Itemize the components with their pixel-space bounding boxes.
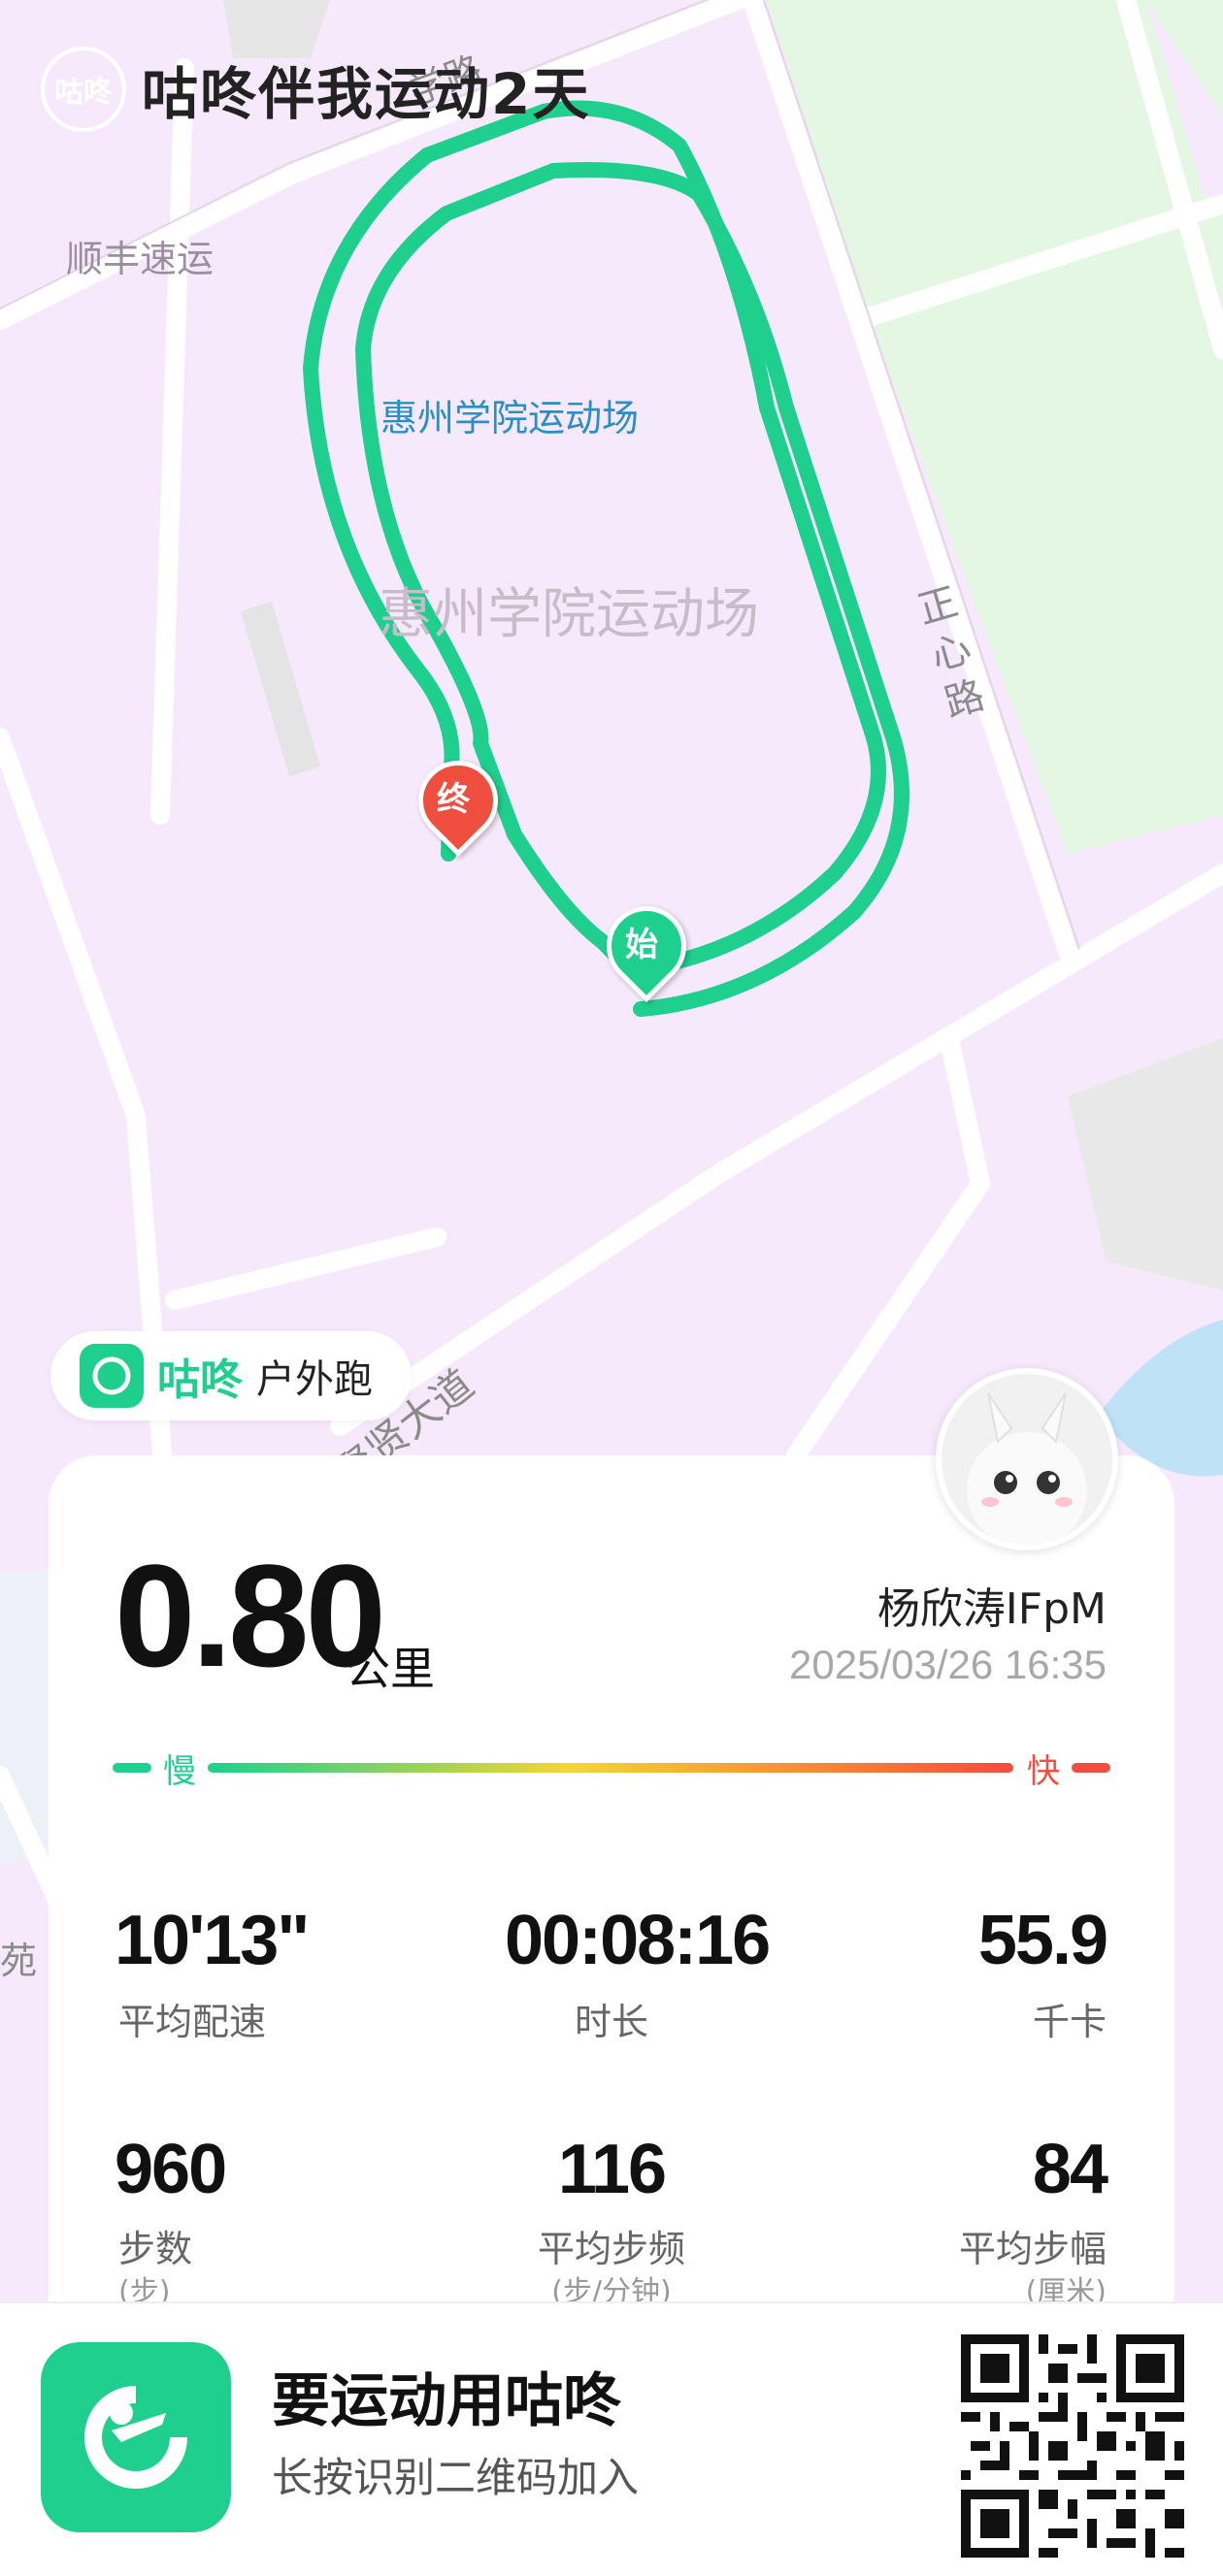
- badge-activity-type: 户外跑: [256, 1357, 373, 1402]
- stat-stride-value: 84: [1032, 2131, 1108, 2208]
- end-pin-label: 终: [437, 779, 470, 819]
- codoon-app-icon: [80, 1344, 144, 1408]
- badge-brand: 咕咚: [157, 1355, 243, 1405]
- codoon-logo-icon: 咕咚: [41, 47, 126, 132]
- app-watermark: 咕咚 咕咚伴我运动2天: [41, 47, 590, 132]
- route-track: [303, 100, 909, 1017]
- speed-slow-label: 慢: [163, 1752, 196, 1791]
- poi-stadium[interactable]: 惠州学院运动场: [380, 388, 639, 441]
- footer-subtitle: 长按识别二维码加入: [272, 2454, 640, 2501]
- stat-cadence-value: 116: [557, 2131, 667, 2208]
- stat-duration-value: 00:08:16: [505, 1902, 771, 1979]
- codoon-app-logo-icon[interactable]: [41, 2342, 231, 2532]
- watermark-title: 咕咚伴我运动2天: [142, 61, 591, 127]
- stat-steps-label: 步数: [118, 2228, 193, 2270]
- building-block: [1068, 1038, 1223, 1290]
- stat-pace-label: 平均配速: [118, 2001, 267, 2043]
- qr-code-icon[interactable]: [961, 2334, 1184, 2558]
- stat-steps-value: 960: [115, 2131, 227, 2208]
- stat-stride-label: 平均步幅: [958, 2228, 1107, 2270]
- stat-cadence-label: 平均步频: [537, 2228, 685, 2270]
- share-footer: 要运动用咕咚 长按识别二维码加入: [0, 2301, 1223, 2576]
- distance-unit: 公里: [346, 1643, 435, 1695]
- activity-type-badge: 咕咚 户外跑: [50, 1331, 412, 1420]
- start-pin-label: 始: [625, 925, 658, 964]
- start-pin[interactable]: 始: [590, 890, 703, 1013]
- area-stadium-label: 惠州学院运动场: [379, 583, 759, 646]
- stat-duration-label: 时长: [574, 2001, 648, 2043]
- speed-legend: 慢 快: [113, 1748, 1110, 1791]
- activity-datetime: 2025/03/26 16:35: [789, 1642, 1107, 1687]
- footer-title: 要运动用咕咚: [272, 2367, 621, 2435]
- distance-value: 0.80: [115, 1534, 386, 1697]
- stat-calories-label: 千卡: [1032, 2001, 1107, 2043]
- end-pin[interactable]: 终: [402, 744, 514, 867]
- mascot-icon: [967, 1392, 1087, 1545]
- poi-shunfeng[interactable]: 顺丰速运: [66, 229, 214, 282]
- road-label-yuan: 苑: [0, 1940, 38, 1982]
- building-block: [241, 602, 320, 776]
- stat-pace-value: 10'13": [115, 1902, 310, 1979]
- user-name: 杨欣涛IFpM: [876, 1584, 1107, 1634]
- stat-calories-value: 55.9: [977, 1902, 1108, 1979]
- speed-fast-label: 快: [1027, 1752, 1060, 1791]
- avatar[interactable]: [936, 1368, 1118, 1550]
